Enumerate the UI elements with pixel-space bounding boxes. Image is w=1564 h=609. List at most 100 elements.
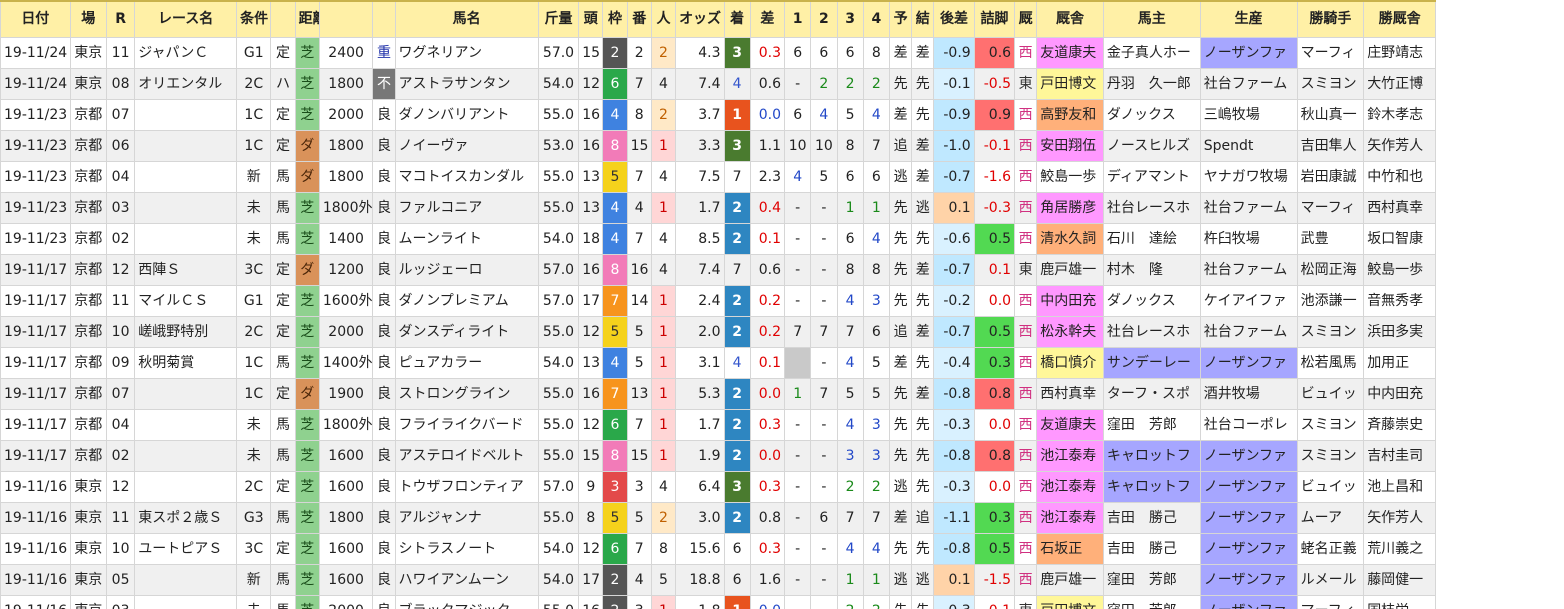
header-class[interactable]: 条件 (236, 0, 272, 38)
cell-race-name[interactable] (134, 471, 238, 503)
cell-horse[interactable]: ストロングライン (394, 378, 539, 410)
cell-distance: 1400 (318, 223, 374, 255)
cell-race-name[interactable] (134, 223, 238, 255)
header-distance[interactable] (318, 0, 374, 38)
header-owner[interactable]: 馬主 (1102, 0, 1201, 38)
header-pred[interactable]: 予 (888, 0, 913, 38)
header-horse[interactable]: 馬名 (394, 0, 539, 38)
header-surface[interactable]: 距離 (294, 0, 320, 38)
cell-horse[interactable]: ピュアカラー (394, 347, 539, 379)
cell-race-name[interactable] (134, 161, 238, 193)
cell-c3: 5 (836, 378, 864, 410)
header-result[interactable]: 結 (911, 0, 935, 38)
header-pop[interactable]: 人 (650, 0, 677, 38)
cell-horse[interactable]: ルッジェーロ (394, 254, 539, 286)
header-late-diff[interactable]: 後差 (933, 0, 975, 38)
header-win-jockey[interactable]: 勝騎手 (1296, 0, 1365, 38)
header-field[interactable]: 頭 (578, 0, 604, 38)
cell-race-name[interactable] (134, 440, 238, 472)
cell-distance: 1200 (318, 254, 374, 286)
table-row[interactable]: 19-11/17 京都 04 未馬芝 1800外良フライライクバード 55.0 12 6 7 1 1… (0, 409, 1436, 441)
cell-owner: 窪田 芳郎 (1102, 595, 1201, 609)
header-closing[interactable]: 詰脚 (973, 0, 1016, 38)
table-row[interactable]: 19-11/16 東京 11 東スポ２歳Ｓ G3 馬芝 1800 良アルジャンナ 55.0 8 5 5… (0, 502, 1436, 534)
cell-horse[interactable]: アステロイドベルト (394, 440, 539, 472)
header-race-name[interactable]: レース名 (134, 0, 238, 38)
header-cond[interactable] (270, 0, 296, 38)
cell-c4: 2 (862, 595, 890, 609)
cell-race-name[interactable]: ジャパンＣ (134, 37, 238, 69)
cell-horse[interactable]: フライライクバード (394, 409, 539, 441)
table-row[interactable]: 19-11/16 東京 12 2C 定芝 1600 良トウザフロンティア 57.0 9 3 3 4 6.… (0, 471, 1436, 503)
header-c3[interactable]: 3 (836, 0, 864, 38)
table-row[interactable]: 19-11/23 京都 03 未馬芝 1800外良ファルコニア 55.0 13 4 4 1 1.7 2… (0, 192, 1436, 224)
cell-race-name[interactable]: 東スポ２歳Ｓ (134, 502, 238, 534)
header-waku[interactable]: 枠 (602, 0, 628, 38)
table-row[interactable]: 19-11/16東京03未馬芝2000良ブラックマジック55.0162311.8… (0, 595, 1436, 609)
table-row[interactable]: 19-11/17 京都 09 秋明菊賞 1C 馬芝 1400外良ピュアカラー 54.0 13 4 5… (0, 347, 1436, 379)
cell-horse[interactable]: シトラスノート (394, 533, 539, 565)
table-row[interactable]: 19-11/23 京都 04 新馬ダ 1800 良マコトイスカンダル 55.0 13 5 7 4 7.… (0, 161, 1436, 193)
header-c4[interactable]: 4 (862, 0, 890, 38)
table-row[interactable]: 19-11/23 京都 06 1C 定ダ 1800 良ノイーヴァ 53.0 16 8 15 1 3.3 3… (0, 130, 1436, 162)
cell-race-name[interactable] (134, 595, 238, 609)
cell-going: 良 (372, 409, 396, 441)
cell-race-name[interactable] (134, 409, 238, 441)
table-row[interactable]: 19-11/17 京都 10 嵯峨野特別 2C 定芝 2000 良ダンスディライト 55.0 12… (0, 316, 1436, 348)
cell-race-name[interactable]: オリエンタル (134, 68, 238, 100)
header-c1[interactable]: 1 (784, 0, 812, 38)
header-venue[interactable]: 場 (69, 0, 107, 38)
cell-horse[interactable]: トウザフロンティア (394, 471, 539, 503)
header-margin[interactable]: 差 (749, 0, 786, 38)
header-stable-loc[interactable]: 厩 (1014, 0, 1038, 38)
cell-race-name[interactable]: 秋明菊賞 (134, 347, 238, 379)
header-finish[interactable]: 着 (723, 0, 751, 38)
cell-race-name[interactable] (134, 378, 238, 410)
cell-horse[interactable]: ダンスディライト (394, 316, 539, 348)
cell-race-name[interactable]: ユートピアＳ (134, 533, 238, 565)
cell-horse[interactable]: ワグネリアン (394, 37, 539, 69)
cell-race-name[interactable] (134, 99, 238, 131)
cell-distance: 2000 (318, 99, 374, 131)
table-row[interactable]: 19-11/17 京都 11 マイルＣＳ G1 定芝 1600外良ダノンプレミアム 57.0 1… (0, 285, 1436, 317)
cell-horse[interactable]: ムーンライト (394, 223, 539, 255)
table-row[interactable]: 19-11/16 東京 10 ユートピアＳ 3C 定芝 1600 良シトラスノート 54.0 12… (0, 533, 1436, 565)
header-num[interactable]: 番 (626, 0, 652, 38)
table-row[interactable]: 19-11/24 東京 11 ジャパンＣ G1 定芝 2400 重ワグネリアン 57.0 15 2 2… (0, 37, 1436, 69)
cell-horse[interactable]: マコトイスカンダル (394, 161, 539, 193)
cell-horse[interactable]: アルジャンナ (394, 502, 539, 534)
table-row[interactable]: 19-11/16 東京 05 新馬芝 1600 良ハワイアンムーン 54.0 17 2 4 5 18.… (0, 564, 1436, 596)
table-row[interactable]: 19-11/23 京都 02 未馬芝 1400 良ムーンライト 54.0 18 4 7 4 8.5 2 0… (0, 223, 1436, 255)
cell-race-name[interactable] (134, 564, 238, 596)
cell-horse[interactable]: ファルコニア (394, 192, 539, 224)
cell-horse[interactable]: ダノンプレミアム (394, 285, 539, 317)
cell-horse[interactable]: ブラックマジック (394, 595, 539, 609)
header-odds[interactable]: オッズ (675, 0, 725, 38)
cell-race-name[interactable]: 西陣Ｓ (134, 254, 238, 286)
cell-horse[interactable]: アストラサンタン (394, 68, 539, 100)
cell-date: 19-11/17 (0, 409, 71, 441)
header-race-no[interactable]: R (105, 0, 136, 38)
header-going[interactable] (372, 0, 396, 38)
header-weight[interactable]: 斤量 (537, 0, 580, 38)
header-win-trainer[interactable]: 勝厩舎 (1363, 0, 1436, 38)
cell-win-trainer: 国枝栄 (1363, 595, 1436, 609)
cell-c2: 10 (810, 130, 838, 162)
cell-race-name[interactable]: マイルＣＳ (134, 285, 238, 317)
cell-horse[interactable]: ハワイアンムーン (394, 564, 539, 596)
cell-race-name[interactable] (134, 130, 238, 162)
header-c2[interactable]: 2 (810, 0, 838, 38)
table-row[interactable]: 19-11/17 京都 07 1C 定ダ 1900 良ストロングライン 55.0 16 7 13 1 5… (0, 378, 1436, 410)
table-row[interactable]: 19-11/24 東京 08 オリエンタル 2C ハ芝 1800 不アストラサンタン 54.0 1… (0, 68, 1436, 100)
cell-horse[interactable]: ダノンバリアント (394, 99, 539, 131)
table-row[interactable]: 19-11/17 京都 02 未馬芝 1600 良アステロイドベルト 55.0 15 8 15 1 1… (0, 440, 1436, 472)
header-trainer[interactable]: 厩舎 (1036, 0, 1104, 38)
header-breeder[interactable]: 生産 (1199, 0, 1298, 38)
header-date[interactable]: 日付 (0, 0, 71, 38)
table-row[interactable]: 19-11/17 京都 12 西陣Ｓ 3C 定ダ 1200 良ルッジェーロ 57.0 16 8 16 4… (0, 254, 1436, 286)
cell-race-name[interactable] (134, 192, 238, 224)
cell-horse[interactable]: ノイーヴァ (394, 130, 539, 162)
cell-win-trainer: 鮫島一歩 (1363, 254, 1436, 286)
cell-race-name[interactable]: 嵯峨野特別 (134, 316, 238, 348)
table-row[interactable]: 19-11/23 京都 07 1C 定芝 2000 良ダノンバリアント 55.0 16 4 8 2 3.… (0, 99, 1436, 131)
